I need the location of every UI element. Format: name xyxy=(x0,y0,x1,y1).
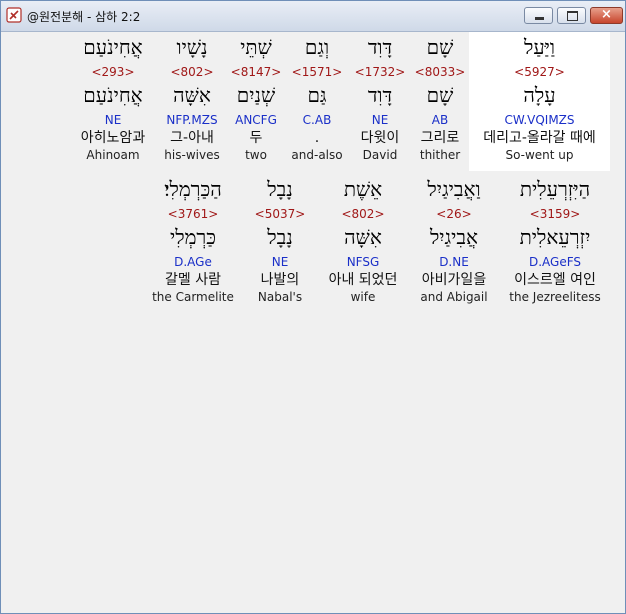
english-gloss: Ahinoam xyxy=(86,148,140,162)
parse-code: C.AB xyxy=(302,113,332,127)
lemma-text: שָׁם xyxy=(426,83,454,107)
korean-gloss: 그리로 xyxy=(420,130,460,146)
english-gloss: Nabal's xyxy=(257,290,303,304)
english-gloss: So-went up xyxy=(505,148,574,162)
hebrew-text: נָבָל xyxy=(267,177,293,201)
parse-code: NE xyxy=(104,113,122,127)
maximize-button[interactable] xyxy=(557,7,586,24)
strong-number: <26> xyxy=(436,207,472,221)
english-gloss: thither xyxy=(419,148,461,162)
english-gloss: and Abigail xyxy=(420,290,488,304)
lemma-text: אֲחִינֹעַם xyxy=(83,83,143,107)
korean-gloss: 데리고-올라갈 때에 xyxy=(483,130,596,146)
parse-code: NFSG xyxy=(346,255,380,269)
strong-number: <5927> xyxy=(514,65,565,79)
english-gloss: the Jezreelitess xyxy=(509,290,601,304)
korean-gloss: 나발의 xyxy=(260,272,300,288)
app-icon xyxy=(6,7,22,23)
hebrew-text: שְׁתֵּי xyxy=(240,35,272,59)
strong-number: <8147> xyxy=(230,65,282,79)
hebrew-text: וַיַּעַל xyxy=(523,35,556,59)
korean-gloss: 다윗이 xyxy=(360,130,400,146)
strong-number: <5037> xyxy=(254,207,306,221)
korean-gloss: 아비가일을 xyxy=(421,272,487,288)
lemma-text: אִשָּׁה xyxy=(344,225,382,249)
korean-gloss: 이스르엘 여인 xyxy=(514,272,596,288)
parse-code: NE xyxy=(271,255,289,269)
maximize-icon xyxy=(567,11,578,21)
korean-gloss: 갈멜 사람 xyxy=(165,272,221,288)
english-gloss: David xyxy=(362,148,398,162)
minimize-icon xyxy=(535,17,544,20)
lemma-text: גַּם xyxy=(307,83,327,107)
strong-number: <293> xyxy=(91,65,135,79)
hebrew-text: אֵשֶׁת xyxy=(343,177,383,201)
hebrew-text: וַאֲבִיגַיִל xyxy=(427,177,481,201)
parse-code: CW.VQIMZS xyxy=(504,113,575,127)
hebrew-text: הַכַּרְמְלִי׃ xyxy=(164,177,222,201)
korean-gloss: 아내 되었던 xyxy=(328,272,398,288)
lemma-text: יִזְרְעֵאלִית xyxy=(519,225,591,249)
parse-code: NFP.MZS xyxy=(166,113,218,127)
hebrew-text: נָשָׁיו xyxy=(176,35,208,59)
hebrew-text: הַיִּזְרְעֵלִית xyxy=(519,177,591,201)
close-button[interactable]: × xyxy=(590,7,623,24)
english-gloss: and-also xyxy=(291,148,343,162)
strong-number: <3159> xyxy=(529,207,581,221)
window-title: @원전분해 - 삼하 2:2 xyxy=(27,10,141,24)
parse-code: D.AGeFS xyxy=(528,255,582,269)
interlinear-panel: וַיַּעַל <5927> עָלָה CW.VQIMZS 데리고-올라갈 … xyxy=(3,32,623,611)
parse-code: D.AGe xyxy=(174,255,212,269)
strong-number: <802> xyxy=(341,207,385,221)
english-gloss: two xyxy=(245,148,267,162)
korean-gloss: 아히노암과 xyxy=(80,130,146,146)
lemma-text: אִשָּׁה xyxy=(173,83,211,107)
lemma-text: כַּרְמְלִי xyxy=(169,225,217,249)
hebrew-text: אֲחִינֹעַם xyxy=(83,35,143,59)
hebrew-text: שָׁם xyxy=(426,35,454,59)
lemma-text: נָבָל xyxy=(267,225,293,249)
lemma-text: דָּוִד xyxy=(367,83,393,107)
strong-number: <3761> xyxy=(167,207,219,221)
parse-code: AB xyxy=(431,113,449,127)
korean-gloss: 그-아내 xyxy=(170,130,214,146)
strong-number: <1571> xyxy=(291,65,343,79)
lemma-text: אֲבִיגַיִל xyxy=(429,225,479,249)
close-icon: × xyxy=(601,7,612,22)
app-window: @원전분해 - 삼하 2:2 × וַיַּעַל <5927> עָלָה C… xyxy=(0,0,626,614)
english-gloss: wife xyxy=(350,290,376,304)
korean-gloss: 두 xyxy=(249,130,263,146)
parse-code: NE xyxy=(371,113,389,127)
lemma-text: שְׁנַיִם xyxy=(236,83,276,107)
strong-number: <1732> xyxy=(354,65,406,79)
minimize-button[interactable] xyxy=(524,7,553,24)
strong-number: <8033> xyxy=(414,65,466,79)
english-gloss: his-wives xyxy=(164,148,220,162)
korean-gloss: . xyxy=(314,130,320,146)
parse-code: D.NE xyxy=(439,255,469,269)
strong-number: <802> xyxy=(170,65,214,79)
english-gloss: the Carmelite xyxy=(152,290,234,304)
parse-code: ANCFG xyxy=(235,113,277,127)
title-bar[interactable]: @원전분해 - 삼하 2:2 × xyxy=(1,1,625,32)
hebrew-text: וְגַם xyxy=(304,35,330,59)
lemma-text: עָלָה xyxy=(523,83,556,107)
hebrew-text: דָּוִד xyxy=(367,35,393,59)
